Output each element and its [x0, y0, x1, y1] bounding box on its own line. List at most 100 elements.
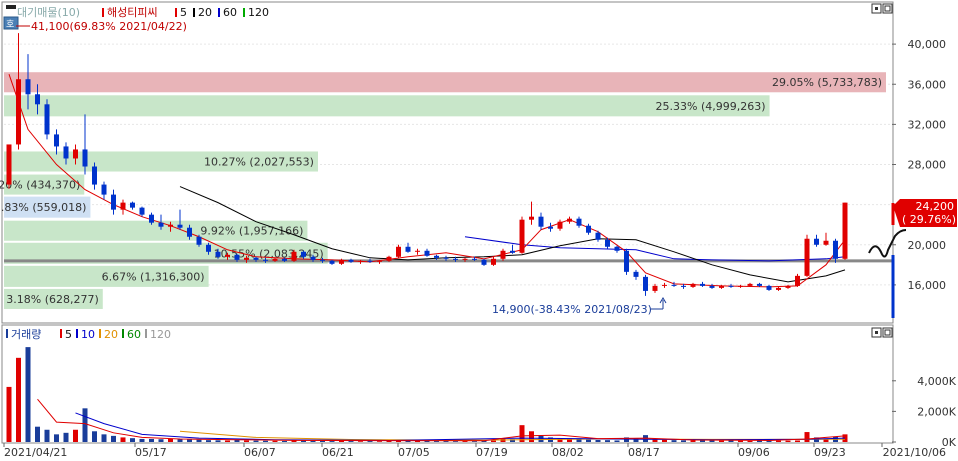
candle-body	[747, 283, 753, 286]
legend-name-marker	[102, 8, 104, 17]
volume-bar	[6, 386, 12, 442]
legend-ma-marker	[243, 8, 245, 17]
candle-body	[149, 214, 154, 223]
volume-bar	[82, 408, 88, 442]
candle-body	[576, 218, 582, 226]
candle-body	[377, 260, 382, 262]
candle-body	[386, 256, 392, 261]
legend-ma-label: 5	[180, 6, 187, 19]
candle-body	[842, 202, 848, 259]
candle-body	[424, 250, 430, 256]
price-tick-label: 36,000	[908, 78, 947, 91]
candle-body	[529, 216, 534, 220]
date-tick-label: 2021/04/21	[4, 446, 67, 459]
stock-chart: 29.05% (5,733,783) 25.33% (4,999,263) 10.2…	[0, 1, 957, 459]
volume-bar	[747, 440, 753, 442]
volume-legend-ma-marker	[122, 329, 124, 338]
volume-bar	[358, 441, 363, 442]
restore-icon-volume[interactable]	[871, 327, 882, 338]
candle-body	[709, 285, 715, 288]
volume-bar	[92, 431, 97, 442]
volume-bar	[130, 438, 135, 442]
candle-body	[6, 144, 12, 185]
date-tick-label: 08/02	[552, 446, 584, 459]
candle-body	[443, 257, 449, 259]
volume-bar	[595, 440, 601, 442]
current-change: ( 29.76%)	[902, 213, 956, 226]
candle-body	[54, 134, 59, 147]
candle-body	[73, 149, 78, 159]
candle-body	[462, 258, 468, 260]
candle-body	[405, 246, 411, 252]
volume-bar	[529, 431, 534, 442]
volume-bar	[177, 439, 183, 442]
volume-legend-ma-label: 60	[127, 328, 141, 341]
candle-body	[206, 244, 211, 252]
volume-legend-ma-marker	[76, 329, 78, 338]
candle-body	[519, 219, 525, 253]
volume-bar	[63, 432, 69, 442]
candle-body	[82, 149, 88, 167]
supply-zone-label: 2.20% (434,370)	[0, 179, 80, 192]
volume-bar	[538, 435, 544, 442]
volume-bar	[377, 441, 382, 442]
volume-bar	[234, 440, 240, 442]
volume-bar	[215, 440, 221, 442]
volume-bar	[719, 440, 724, 442]
volume-bar	[491, 440, 496, 442]
candle-body	[757, 283, 762, 286]
legend-stock-name: 해성티피씨	[107, 5, 158, 19]
candle-body	[614, 246, 620, 251]
legend-ma-marker	[218, 8, 220, 17]
volume-bar	[54, 434, 59, 442]
candle-body	[320, 259, 325, 261]
volume-bar	[795, 440, 800, 442]
volume-bar	[329, 441, 335, 442]
candle-body	[415, 250, 420, 252]
volume-bar	[244, 440, 249, 442]
candle-body	[434, 255, 439, 258]
volume-bar	[206, 440, 211, 442]
candle-body	[833, 240, 838, 259]
candle-body	[586, 225, 591, 233]
candle-body	[652, 285, 658, 291]
supply-zone-bar	[4, 72, 886, 93]
volume-legend-ma-label: 120	[150, 328, 171, 341]
volume-bar	[671, 440, 677, 442]
candle-body	[339, 259, 344, 264]
supply-zone-label: 3.18% (628,277)	[6, 293, 99, 306]
date-tick-label: 05/17	[135, 446, 167, 459]
maximize-icon[interactable]	[882, 3, 893, 14]
candle-body	[491, 258, 496, 265]
date-tick-label: 07/05	[398, 446, 430, 459]
candle-body	[44, 104, 50, 135]
candle-body	[329, 260, 335, 264]
candle-body	[35, 94, 40, 105]
candle-body	[823, 240, 829, 245]
restore-icon[interactable]	[871, 3, 882, 14]
maximize-icon-volume[interactable]	[882, 327, 893, 338]
supply-zone-label: 10.27% (2,027,553)	[204, 155, 314, 168]
price-tick-label: 16,000	[908, 279, 947, 292]
candle-body	[510, 250, 515, 253]
high-annotation: 41,100(69.83% 2021/04/22)	[31, 20, 187, 33]
legend-ma-marker	[193, 8, 195, 17]
candle-body	[719, 285, 724, 288]
date-tick-label: 08/17	[628, 446, 660, 459]
legend-period: 대기매물(10)	[17, 6, 80, 19]
volume-bar	[662, 439, 667, 442]
candle-body	[253, 257, 259, 260]
supply-zone-label: 29.05% (5,733,783)	[772, 76, 882, 89]
supply-zone-label: 25.33% (4,999,263)	[656, 100, 766, 113]
candle-body	[139, 207, 145, 215]
candle-body	[814, 238, 819, 245]
settings-icon[interactable]: 호	[3, 16, 19, 30]
price-tick-label: 32,000	[908, 118, 947, 131]
legend-ma-marker	[175, 8, 177, 17]
candle-body	[500, 250, 506, 259]
candle-body	[728, 285, 734, 287]
candle-body	[776, 287, 781, 290]
candle-body	[120, 202, 126, 210]
volume-bar	[16, 357, 21, 442]
volume-bar	[196, 439, 202, 442]
